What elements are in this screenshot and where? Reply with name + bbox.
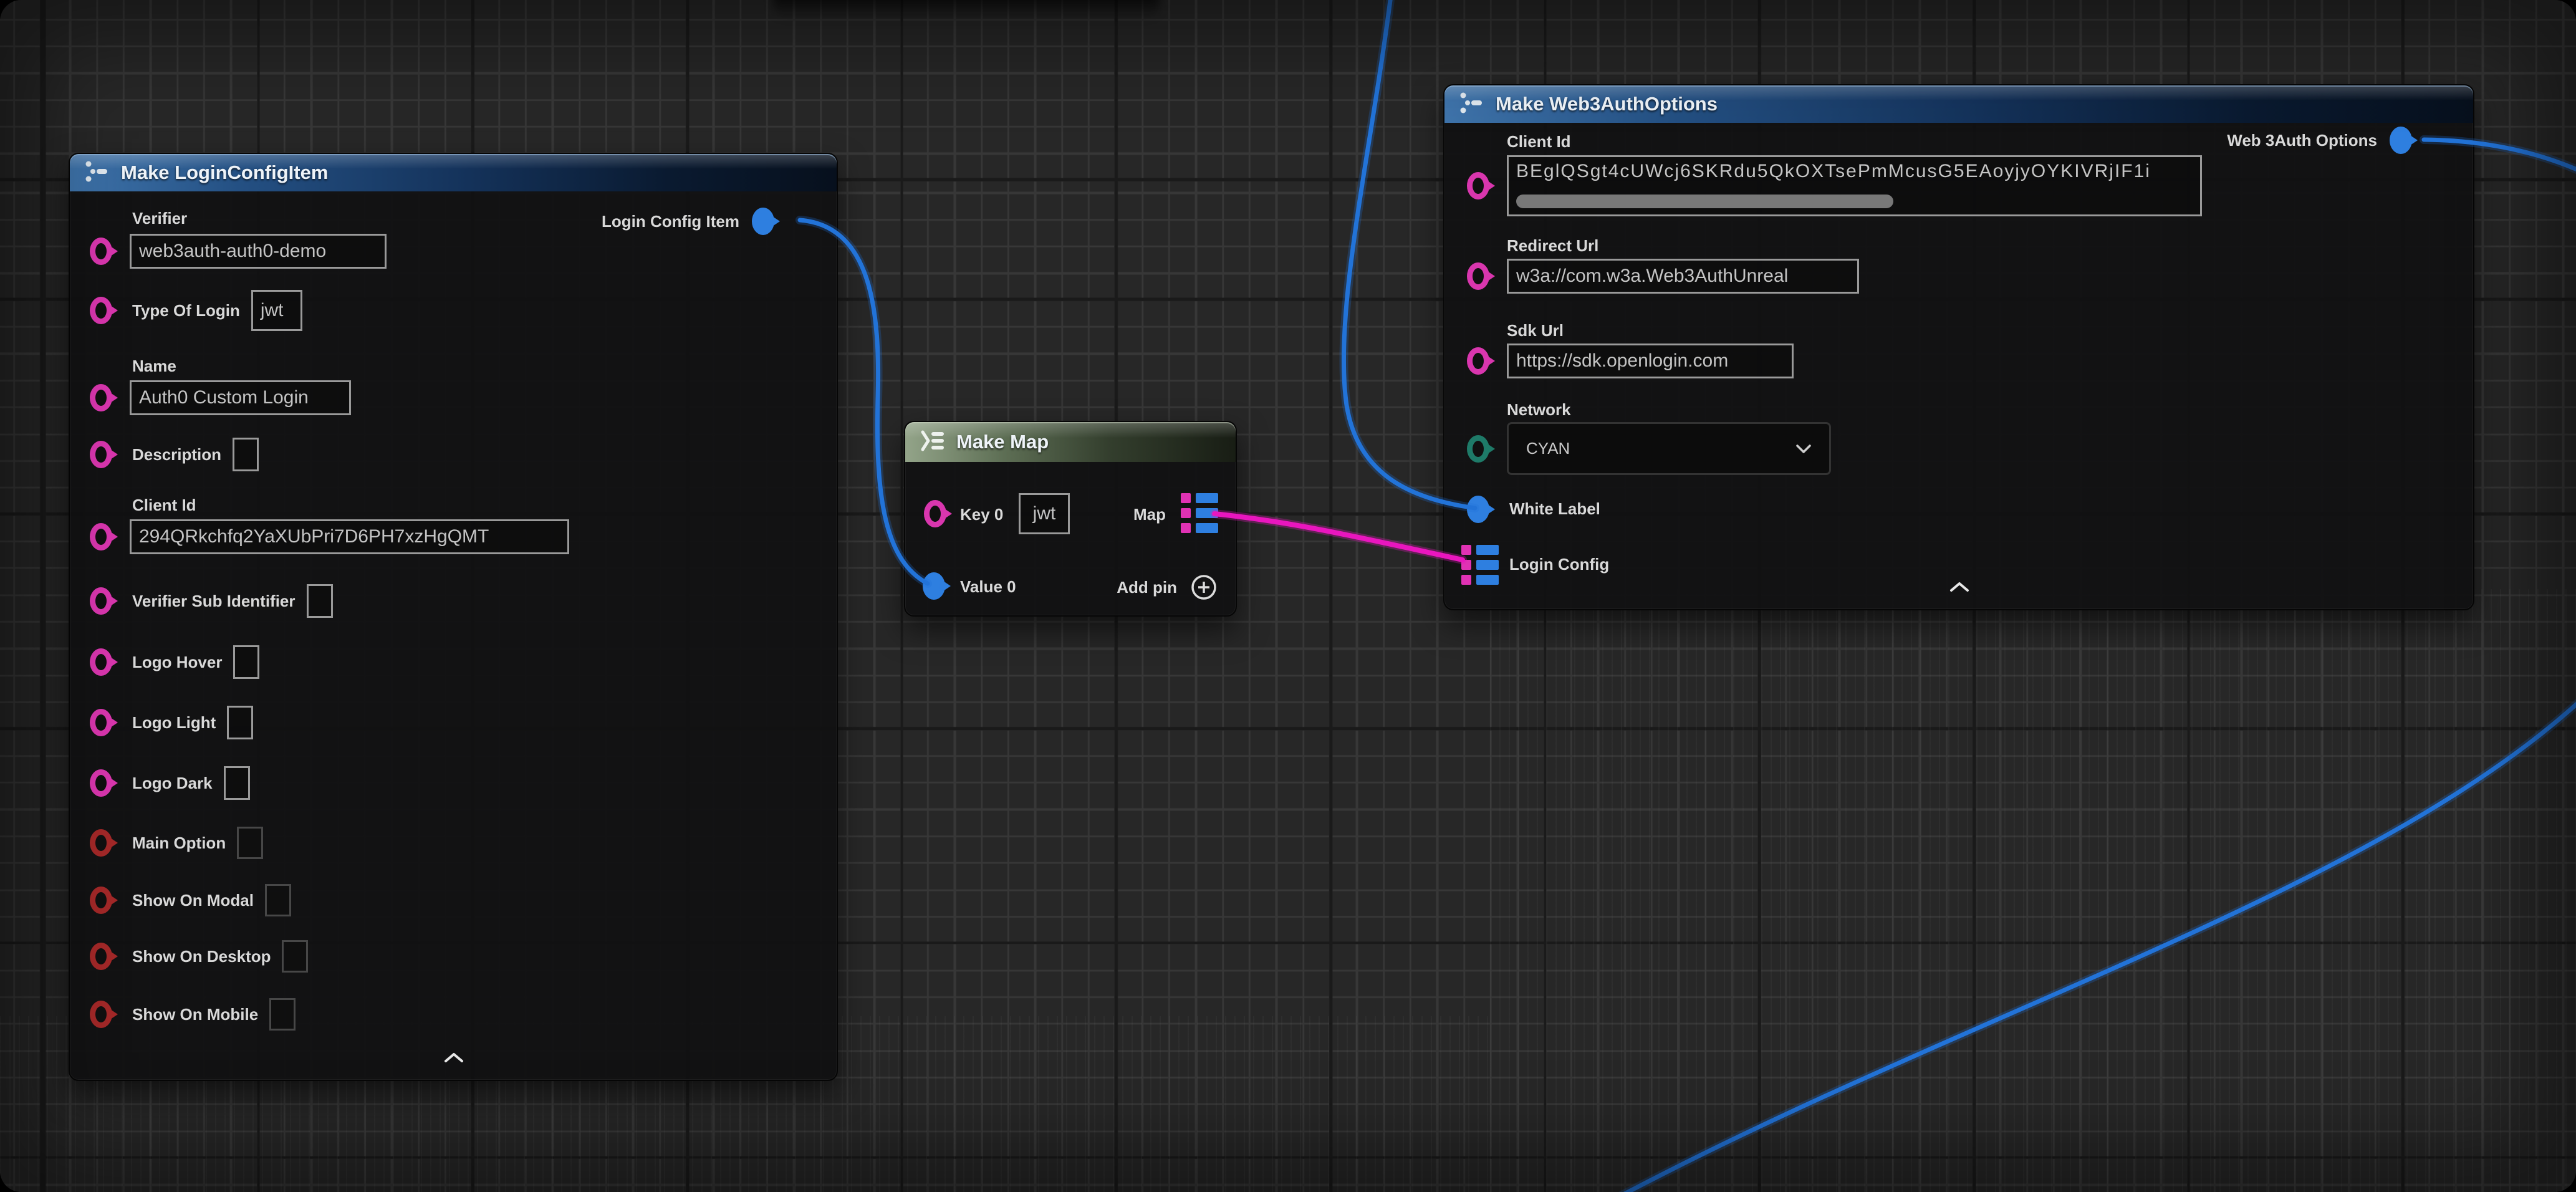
chevron-down-icon [1795,443,1812,454]
make-container-icon [919,428,946,456]
dropdown-value: CYAN [1526,439,1570,458]
field-label-white-label: White Label [1509,499,1600,519]
text-input-logo-light[interactable] [227,706,253,739]
horizontal-scrollbar[interactable] [1516,195,1893,208]
offscreen-node-shadow [773,0,1160,19]
make-struct-icon [84,159,111,187]
field-row-logo-hover: Logo Hover [70,645,837,679]
text-input-logo-hover[interactable] [233,645,259,679]
node-title: Make LoginConfigItem [121,161,328,184]
field-label-client-id: Client Id [132,496,196,515]
add-pin-plus-icon [1189,573,1218,602]
input-pin-redirect-url[interactable] [1467,262,1489,290]
field-label-logo-light: Logo Light [132,713,216,733]
checkbox-show-on-mobile[interactable] [269,998,296,1031]
field-row-logo-dark: Logo Dark [70,766,837,800]
node-header[interactable]: Make Web3AuthOptions [1444,85,2473,123]
field-label-client-id: Client Id [1507,132,1571,151]
node-header[interactable]: Make Map [905,422,1236,462]
text-input-name[interactable]: Auth0 Custom Login [130,380,351,415]
input-pin-value-0[interactable] [923,572,945,600]
field-label-main-option: Main Option [132,834,226,853]
input-pin-login-config[interactable] [1461,545,1499,585]
add-pin-button[interactable]: Add pin [1117,572,1218,603]
output-pin-map[interactable] [1181,493,1218,533]
node-title: Make Web3AuthOptions [1496,93,1718,115]
dropdown-network[interactable]: CYAN [1507,422,1831,475]
field-label-network: Network [1507,400,1571,420]
output-web3auth-options: Web 3Auth Options [2227,125,2412,155]
output-pin-login-config-item[interactable] [752,208,774,235]
texture-stripes [1490,589,2576,1192]
chevron-up-icon [1951,584,1968,590]
text-input-logo-dark[interactable] [224,766,250,800]
text-input-verifier[interactable]: web3auth-auth0-demo [130,234,387,269]
field-label-sdk-url: Sdk Url [1507,321,1564,340]
node-header[interactable]: Make LoginConfigItem [70,154,837,191]
text-input-type-of-login[interactable]: jwt [251,290,302,331]
collapse-node-button[interactable] [1949,581,1969,595]
field-row-show-on-modal: Show On Modal [70,884,837,916]
output-login-config-item: Login Config Item [602,206,774,236]
field-row-logo-light: Logo Light [70,706,837,739]
checkbox-main-option[interactable] [237,827,263,859]
text-input-verifier-sub-identifier[interactable] [307,584,333,618]
value-0-label: Value 0 [960,577,1016,597]
field-label-name: Name [132,357,176,376]
blueprint-graph-canvas[interactable]: Make LoginConfigItem Login Config Item V… [0,0,2576,1192]
key-0-input[interactable]: jwt [1019,493,1070,534]
input-pin-sdk-url[interactable] [1467,347,1489,375]
field-label-login-config: Login Config [1509,555,1609,574]
field-label-description: Description [132,445,221,464]
field-label-redirect-url: Redirect Url [1507,236,1598,256]
field-label-show-on-desktop: Show On Desktop [132,947,271,966]
text-input-description[interactable] [233,438,259,471]
input-pin-verifier[interactable] [90,238,112,265]
text-input-sdk-url[interactable]: https://sdk.openlogin.com [1507,344,1794,378]
node-make-web3auth-options[interactable]: Make Web3AuthOptions Web 3Auth Options C… [1443,84,2474,610]
input-pin-network[interactable] [1467,435,1489,463]
field-label-type-of-login: Type Of Login [132,301,240,320]
node-title: Make Map [956,431,1049,453]
field-row-main-option: Main Option [70,827,837,859]
field-label-logo-hover: Logo Hover [132,653,222,672]
field-label-verifier-sub-identifier: Verifier Sub Identifier [132,592,296,611]
chevron-up-icon [446,1054,462,1061]
field-label-show-on-mobile: Show On Mobile [132,1005,258,1024]
map-output-label: Map [1133,505,1166,524]
field-row-show-on-desktop: Show On Desktop [70,940,837,973]
text-input-client-id[interactable]: 294QRkchfq2YaXUbPri7D6PH7xzHgQMT [130,519,569,554]
node-make-map[interactable]: Make Map Key 0 jwt Map Value 0 Add pin [904,421,1237,617]
field-row-verifier-sub-identifier: Verifier Sub Identifier [70,584,837,618]
input-pin-client-id[interactable] [1467,172,1489,199]
output-pin-web3auth-options[interactable] [2390,127,2412,154]
field-label-verifier: Verifier [132,209,187,228]
checkbox-show-on-desktop[interactable] [282,940,308,973]
collapse-node-button[interactable] [444,1052,464,1066]
input-pin-key-0[interactable] [924,500,946,527]
key-0-label: Key 0 [960,505,1003,524]
output-pin-label: Login Config Item [602,212,739,231]
node-make-login-config-item[interactable]: Make LoginConfigItem Login Config Item V… [69,153,838,1081]
make-struct-icon [1458,90,1486,118]
text-input-client-id[interactable]: BEglQSgt4cUWcj6SKRdu5QkOXTsePmMcusG5EAoy… [1507,155,2202,216]
input-pin-white-label[interactable] [1467,496,1489,523]
text-input-redirect-url[interactable]: w3a://com.w3a.Web3AuthUnreal [1507,259,1859,294]
field-row-description: Description [70,438,837,471]
input-pin-client-id[interactable] [90,523,112,550]
output-pin-label: Web 3Auth Options [2227,131,2377,150]
field-label-logo-dark: Logo Dark [132,774,213,793]
field-row-type-of-login: Type Of Login jwt [70,290,837,331]
checkbox-show-on-modal[interactable] [265,884,291,916]
input-pin-name[interactable] [90,384,112,411]
field-row-show-on-mobile: Show On Mobile [70,998,837,1031]
field-label-show-on-modal: Show On Modal [132,891,254,910]
